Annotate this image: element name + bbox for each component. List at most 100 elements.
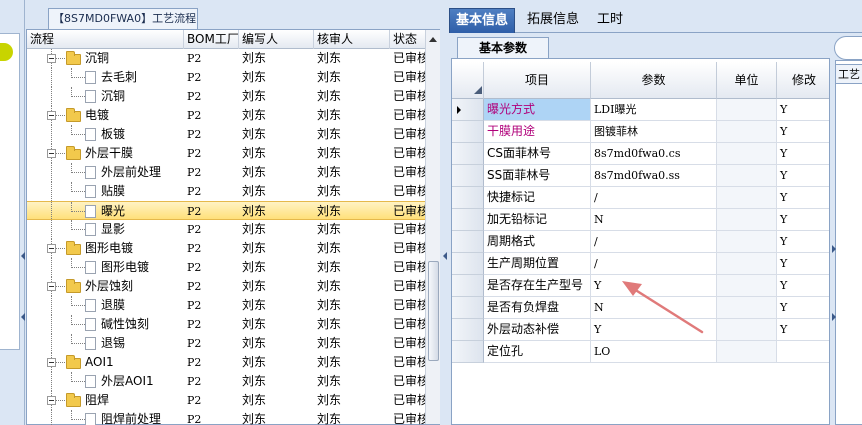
tree-vertical-scrollbar[interactable]	[425, 30, 440, 424]
col-header-writer[interactable]: 编写人	[239, 30, 314, 49]
col-header-reviewer[interactable]: 核审人	[314, 30, 390, 49]
collapse-middle-arrow-icon[interactable]	[443, 252, 447, 260]
param-cell-unit[interactable]	[717, 319, 777, 341]
param-cell-modify[interactable]	[777, 341, 829, 363]
param-row[interactable]: 周期格式 / Y	[452, 231, 829, 253]
param-row[interactable]: SS面菲林号 8s7md0fwa0.ss Y	[452, 165, 829, 187]
tree-row[interactable]: 沉铜 P2 刘东 刘东 已审核	[27, 87, 425, 106]
param-cell-unit[interactable]	[717, 121, 777, 143]
col-header-item[interactable]: 项目	[484, 62, 591, 99]
param-cell-modify[interactable]: Y	[777, 319, 829, 341]
col-header-status[interactable]: 状态	[390, 30, 425, 49]
param-row[interactable]: 曝光方式 LDI曝光 Y	[452, 99, 829, 121]
tree-row[interactable]: 退膜 P2 刘东 刘东 已审核	[27, 296, 425, 315]
collapse-toggle-icon[interactable]	[47, 149, 56, 158]
tree-row[interactable]: 曝光 P2 刘东 刘东 已审核	[27, 201, 425, 221]
param-cell-value[interactable]: LO	[591, 341, 717, 363]
collapse-right-arrow-icon-2[interactable]	[832, 313, 836, 321]
param-cell-modify[interactable]: Y	[777, 253, 829, 275]
param-cell-modify[interactable]: Y	[777, 143, 829, 165]
tree-row[interactable]: 碱性蚀刻 P2 刘东 刘东 已审核	[27, 315, 425, 334]
collapse-toggle-icon[interactable]	[47, 54, 56, 63]
row-indicator[interactable]	[452, 121, 484, 143]
tree-row[interactable]: 沉铜 P2 刘东 刘东 已审核	[27, 49, 425, 68]
tree-row[interactable]: 外层干膜 P2 刘东 刘东 已审核	[27, 144, 425, 163]
param-cell-modify[interactable]: Y	[777, 121, 829, 143]
param-cell-unit[interactable]	[717, 275, 777, 297]
collapse-left-arrow-icon[interactable]	[21, 252, 25, 260]
col-header-bom[interactable]: BOM工厂	[184, 30, 239, 49]
tab-basic-info[interactable]: 基本信息	[449, 8, 516, 33]
collapse-toggle-icon[interactable]	[47, 358, 56, 367]
panel-splitter[interactable]	[441, 0, 449, 425]
col-header-unit[interactable]: 单位	[717, 62, 777, 99]
param-cell-unit[interactable]	[717, 209, 777, 231]
param-row[interactable]: CS面菲林号 8s7md0fwa0.cs Y	[452, 143, 829, 165]
param-cell-unit[interactable]	[717, 253, 777, 275]
tree-row[interactable]: 贴膜 P2 刘东 刘东 已审核	[27, 182, 425, 201]
tree-row[interactable]: AOI1 P2 刘东 刘东 已审核	[27, 353, 425, 372]
param-cell-modify[interactable]: Y	[777, 275, 829, 297]
row-indicator[interactable]	[452, 209, 484, 231]
collapse-toggle-icon[interactable]	[47, 244, 56, 253]
collapse-toggle-icon[interactable]	[47, 396, 56, 405]
param-cell-modify[interactable]: Y	[777, 209, 829, 231]
tree-row[interactable]: 外层蚀刻 P2 刘东 刘东 已审核	[27, 277, 425, 296]
param-cell-value[interactable]: 8s7md0fwa0.cs	[591, 143, 717, 165]
row-indicator[interactable]	[452, 99, 484, 121]
collapse-toggle-icon[interactable]	[47, 282, 56, 291]
tree-row[interactable]: 电镀 P2 刘东 刘东 已审核	[27, 106, 425, 125]
tree-row[interactable]: 阻焊 P2 刘东 刘东 已审核	[27, 391, 425, 410]
row-indicator[interactable]	[452, 253, 484, 275]
scroll-thumb[interactable]	[428, 261, 439, 361]
param-cell-value[interactable]: /	[591, 231, 717, 253]
param-cell-modify[interactable]: Y	[777, 99, 829, 121]
tab-work-hours[interactable]: 工时	[591, 8, 629, 33]
row-indicator[interactable]	[452, 143, 484, 165]
row-indicator[interactable]	[452, 275, 484, 297]
param-row[interactable]: 定位孔 LO	[452, 341, 829, 363]
row-indicator[interactable]	[452, 165, 484, 187]
tab-extended-info[interactable]: 拓展信息	[521, 8, 585, 33]
param-cell-unit[interactable]	[717, 231, 777, 253]
param-cell-unit[interactable]	[717, 341, 777, 363]
param-cell-unit[interactable]	[717, 187, 777, 209]
row-indicator[interactable]	[452, 341, 484, 363]
row-indicator[interactable]	[452, 231, 484, 253]
param-cell-modify[interactable]: Y	[777, 231, 829, 253]
param-row[interactable]: 快捷标记 / Y	[452, 187, 829, 209]
col-header-param[interactable]: 参数	[591, 62, 717, 99]
param-row[interactable]: 干膜用途 图镀菲林 Y	[452, 121, 829, 143]
scroll-up-arrow-icon[interactable]	[429, 37, 437, 42]
right-panel-tab[interactable]: 工艺	[835, 64, 862, 84]
row-indicator[interactable]	[452, 297, 484, 319]
tree-row[interactable]: 板镀 P2 刘东 刘东 已审核	[27, 125, 425, 144]
process-panel-title-tab[interactable]: 【8S7MD0FWA0】工艺流程	[48, 8, 198, 29]
tree-row[interactable]: 图形电镀 P2 刘东 刘东 已审核	[27, 239, 425, 258]
param-cell-unit[interactable]	[717, 143, 777, 165]
param-row[interactable]: 加无铅标记 N Y	[452, 209, 829, 231]
param-cell-value[interactable]: 8s7md0fwa0.ss	[591, 165, 717, 187]
row-indicator[interactable]	[452, 187, 484, 209]
col-header-process[interactable]: 流程	[27, 30, 184, 49]
param-cell-value[interactable]: LDI曝光	[591, 99, 717, 121]
tree-row[interactable]: 图形电镀 P2 刘东 刘东 已审核	[27, 258, 425, 277]
tab-basic-params[interactable]: 基本参数	[457, 37, 549, 58]
collapse-toggle-icon[interactable]	[47, 111, 56, 120]
tree-row[interactable]: 外层AOI1 P2 刘东 刘东 已审核	[27, 372, 425, 391]
collapse-right-arrow-icon[interactable]	[832, 245, 836, 253]
param-cell-modify[interactable]: Y	[777, 187, 829, 209]
tree-row[interactable]: 阻焊前处理 P2 刘东 刘东 已审核	[27, 410, 425, 425]
param-cell-modify[interactable]: Y	[777, 297, 829, 319]
param-cell-modify[interactable]: Y	[777, 165, 829, 187]
tree-row[interactable]: 去毛刺 P2 刘东 刘东 已审核	[27, 68, 425, 87]
param-cell-unit[interactable]	[717, 297, 777, 319]
tree-row[interactable]: 显影 P2 刘东 刘东 已审核	[27, 220, 425, 239]
tree-row[interactable]: 退锡 P2 刘东 刘东 已审核	[27, 334, 425, 353]
col-header-modify[interactable]: 修改	[777, 62, 829, 99]
param-cell-value[interactable]: 图镀菲林	[591, 121, 717, 143]
param-cell-value[interactable]: /	[591, 187, 717, 209]
row-indicator[interactable]	[452, 319, 484, 341]
param-cell-value[interactable]: N	[591, 209, 717, 231]
param-cell-unit[interactable]	[717, 99, 777, 121]
